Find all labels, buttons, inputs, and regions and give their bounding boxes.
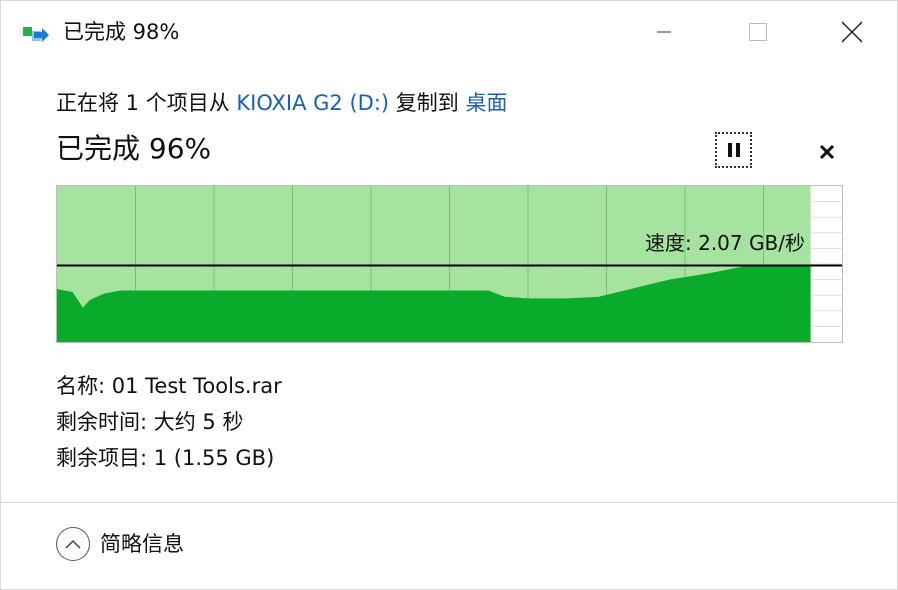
- fewer-details-toggle[interactable]: 简略信息: [56, 527, 184, 561]
- destination-link[interactable]: 桌面: [465, 91, 507, 115]
- close-icon: [820, 145, 834, 159]
- toggle-label: 简略信息: [100, 532, 184, 556]
- footer-divider: [1, 502, 898, 503]
- close-icon: [841, 21, 863, 43]
- copy-prefix-text: 正在将 1 个项目从: [56, 91, 237, 115]
- speed-label: 速度: 2.07 GB/秒: [645, 231, 805, 255]
- chevron-up-icon: [56, 527, 90, 561]
- copy-middle-text: 复制到: [389, 91, 466, 115]
- copy-description: 正在将 1 个项目从 KIOXIA G2 (D:) 复制到 桌面: [56, 88, 507, 118]
- minimize-button[interactable]: [617, 1, 711, 63]
- window-title: 已完成 98%: [63, 20, 180, 44]
- details-section: 名称: 01 Test Tools.rar 剩余时间: 大约 5 秒 剩余项目:…: [56, 368, 282, 476]
- title-bar: 已完成 98%: [1, 1, 897, 63]
- maximize-button[interactable]: [711, 1, 805, 63]
- pause-icon: [727, 143, 740, 157]
- copy-dialog: 已完成 98% 正在将 1 个项目从 KIOXIA G2 (D:) 复制到 桌面…: [0, 0, 898, 590]
- cancel-button[interactable]: [813, 138, 841, 166]
- window-close-button[interactable]: [805, 1, 898, 63]
- items-remaining: 剩余项目: 1 (1.55 GB): [56, 446, 275, 470]
- source-link[interactable]: KIOXIA G2 (D:): [236, 91, 389, 115]
- minimize-icon: [657, 31, 671, 33]
- time-remaining: 剩余时间: 大约 5 秒: [56, 410, 244, 434]
- maximize-icon: [749, 23, 767, 41]
- pause-button[interactable]: [715, 132, 752, 168]
- speed-chart: [56, 185, 843, 343]
- progress-title: 已完成 96%: [56, 132, 212, 165]
- file-name: 名称: 01 Test Tools.rar: [56, 374, 282, 398]
- copy-arrow-icon: [23, 27, 49, 42]
